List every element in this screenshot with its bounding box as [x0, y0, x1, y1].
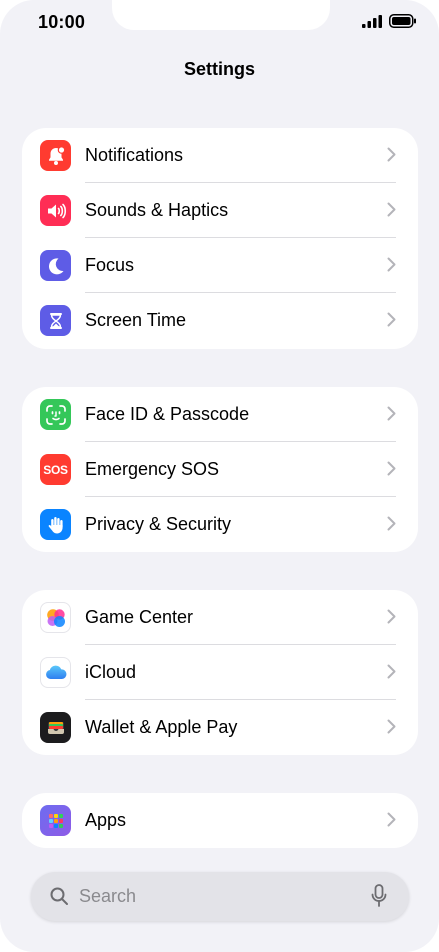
row-label: Face ID & Passcode: [85, 404, 250, 424]
chevron-right-icon: [387, 147, 396, 162]
chevron-right-icon: [387, 812, 396, 827]
row-label: Emergency SOS: [85, 459, 220, 479]
microphone-icon[interactable]: [371, 884, 387, 908]
phone-screen: 10:00 Settings Notifications Sounds & Ha…: [0, 0, 439, 952]
row-privacy-security[interactable]: Privacy & Security: [22, 497, 418, 552]
chevron-right-icon: [387, 257, 396, 272]
signal-icon: [362, 14, 382, 28]
row-notifications[interactable]: Notifications: [22, 128, 418, 183]
search-icon: [50, 887, 68, 905]
wallet-icon: [40, 712, 71, 743]
sos-icon: SOS: [40, 454, 71, 485]
chevron-right-icon: [387, 516, 396, 531]
row-screen-time[interactable]: Screen Time: [22, 293, 418, 348]
hand-icon: [40, 509, 71, 540]
cloud-icon: [40, 657, 71, 688]
row-apps[interactable]: Apps: [22, 793, 418, 848]
bell-badge-icon: [40, 140, 71, 171]
row-label: Focus: [85, 255, 135, 275]
speaker-wave-icon: [40, 195, 71, 226]
chevron-right-icon: [387, 312, 396, 327]
status-icons: [362, 14, 417, 28]
chevron-right-icon: [387, 461, 396, 476]
row-focus[interactable]: Focus: [22, 238, 418, 293]
notch: [112, 0, 330, 30]
search-placeholder: Search: [79, 886, 137, 906]
moon-icon: [40, 250, 71, 281]
row-sounds-haptics[interactable]: Sounds & Haptics: [22, 183, 418, 238]
apps-grid-icon: [40, 805, 71, 836]
search-bar[interactable]: Search: [31, 872, 409, 921]
hourglass-icon: [40, 305, 71, 336]
chevron-right-icon: [387, 609, 396, 624]
chevron-right-icon: [387, 664, 396, 679]
chevron-right-icon: [387, 202, 396, 217]
settings-group-3: Game Center iCloud Wallet & Apple Pay: [22, 590, 418, 755]
row-label: Privacy & Security: [85, 514, 232, 534]
row-label: Wallet & Apple Pay: [85, 717, 238, 737]
sos-icon-text: SOS: [43, 462, 68, 477]
row-emergency-sos[interactable]: SOS Emergency SOS: [22, 442, 418, 497]
row-label: Game Center: [85, 607, 194, 627]
chevron-right-icon: [387, 406, 396, 421]
row-label: iCloud: [85, 662, 137, 682]
game-center-icon: [40, 602, 71, 633]
row-label: Notifications: [85, 145, 184, 165]
row-game-center[interactable]: Game Center: [22, 590, 418, 645]
page-title: Settings: [183, 59, 255, 79]
battery-icon: [389, 14, 416, 28]
row-label: Apps: [85, 810, 127, 830]
settings-group-2: Face ID & Passcode SOS Emergency SOS Pri…: [22, 387, 418, 552]
face-id-icon: [40, 399, 71, 430]
row-wallet-apple-pay[interactable]: Wallet & Apple Pay: [22, 700, 418, 755]
row-face-id-passcode[interactable]: Face ID & Passcode: [22, 387, 418, 442]
chevron-right-icon: [387, 719, 396, 734]
row-icloud[interactable]: iCloud: [22, 645, 418, 700]
status-time: 10:00: [38, 12, 86, 32]
settings-group-4: Apps: [22, 793, 418, 848]
settings-group-1: Notifications Sounds & Haptics Focus Scr…: [22, 128, 418, 349]
row-label: Screen Time: [85, 310, 187, 330]
row-label: Sounds & Haptics: [85, 200, 229, 220]
